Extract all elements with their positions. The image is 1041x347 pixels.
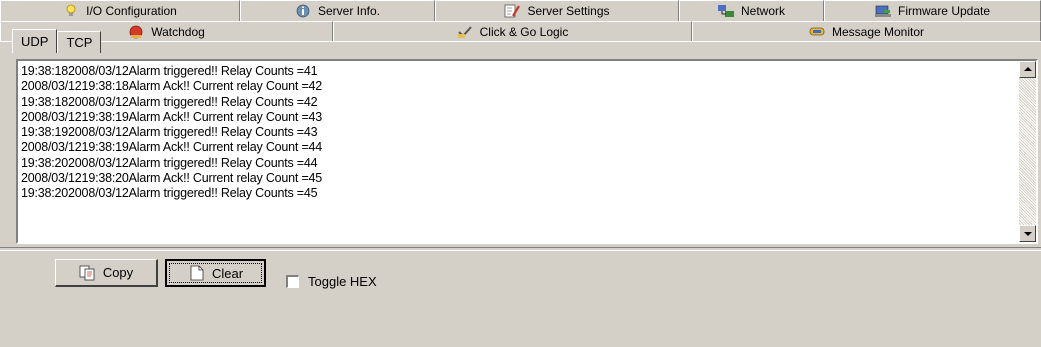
log-line: 19:38:182008/03/12Alarm triggered!! Rela…: [21, 94, 318, 109]
logic-check-icon: [457, 25, 473, 39]
tab-row-2: Watchdog Click & Go Logic Message Monito…: [0, 21, 1041, 41]
vertical-scrollbar[interactable]: [1019, 61, 1036, 242]
separator: [0, 247, 1041, 251]
log-lines: 19:38:182008/03/12Alarm triggered!! Rela…: [21, 64, 1016, 202]
tab-label: Server Settings: [527, 4, 610, 18]
scroll-down-button[interactable]: [1019, 225, 1036, 242]
log-line: 19:38:202008/03/12Alarm triggered!! Rela…: [21, 186, 318, 201]
clear-button[interactable]: Clear: [165, 259, 266, 287]
tab-label: I/O Configuration: [86, 4, 177, 18]
message-monitor-icon: [809, 25, 825, 39]
subtab-label: UDP: [21, 34, 49, 49]
tab-io-configuration[interactable]: I/O Configuration: [0, 0, 240, 22]
network-icon: [717, 4, 734, 18]
log-line: 19:38:192008/03/12Alarm triggered!! Rela…: [21, 125, 318, 140]
tab-label: Network: [740, 4, 785, 18]
tab-label: Message Monitor: [831, 24, 925, 39]
tab-server-info[interactable]: Server Info.: [240, 0, 435, 22]
tab-network[interactable]: Network: [679, 0, 824, 22]
log-line: 19:38:202008/03/12Alarm triggered!! Rela…: [21, 155, 318, 170]
protocol-tabs: UDP TCP: [12, 29, 102, 53]
copy-button[interactable]: Copy: [55, 259, 158, 287]
log-line: 2008/03/1219:38:19Alarm Ack!! Current re…: [21, 140, 323, 155]
tab-label: Firmware Update: [897, 4, 991, 18]
copy-button-label: Copy: [102, 265, 134, 280]
tab-label: Click & Go Logic: [479, 24, 569, 39]
tab-tcp[interactable]: TCP: [57, 31, 102, 53]
tab-server-settings[interactable]: Server Settings: [435, 0, 679, 22]
log-line: 2008/03/1219:38:18Alarm Ack!! Current re…: [21, 79, 323, 94]
tab-message-monitor[interactable]: Message Monitor: [692, 21, 1041, 41]
tab-firmware-update[interactable]: Firmware Update: [824, 0, 1041, 22]
tab-label: Watchdog: [151, 24, 205, 39]
message-monitor-panel: UDP TCP 19:38:182008/03/12Alarm triggere…: [0, 29, 1041, 347]
message-monitor-window: I/O Configuration Server Info. Server Se…: [0, 0, 1041, 347]
tab-udp[interactable]: UDP: [12, 29, 58, 53]
toggle-hex-checkbox[interactable]: Toggle HEX: [286, 274, 377, 289]
subtab-label: TCP: [66, 35, 93, 50]
tab-row-1: I/O Configuration Server Info. Server Se…: [0, 0, 1041, 22]
tab-label: Server Info.: [317, 4, 381, 18]
info-globe-icon: [295, 4, 311, 18]
lightbulb-icon: [63, 4, 79, 18]
toggle-hex-label: Toggle HEX: [308, 274, 377, 289]
log-line: 19:38:182008/03/12Alarm triggered!! Rela…: [21, 64, 318, 78]
watchdog-icon: [128, 25, 144, 39]
log-line: 2008/03/1219:38:20Alarm Ack!! Current re…: [21, 171, 323, 186]
checkbox-box[interactable]: [286, 275, 299, 288]
scroll-up-button[interactable]: [1019, 61, 1036, 78]
clear-document-icon: [188, 265, 206, 281]
message-log[interactable]: 19:38:182008/03/12Alarm triggered!! Rela…: [16, 59, 1038, 244]
settings-document-icon: [504, 4, 521, 18]
tab-click-go-logic[interactable]: Click & Go Logic: [333, 21, 692, 41]
copy-icon: [79, 265, 97, 281]
firmware-icon: [874, 4, 891, 18]
clear-button-label: Clear: [211, 265, 244, 281]
log-line: 2008/03/1219:38:19Alarm Ack!! Current re…: [21, 109, 323, 124]
